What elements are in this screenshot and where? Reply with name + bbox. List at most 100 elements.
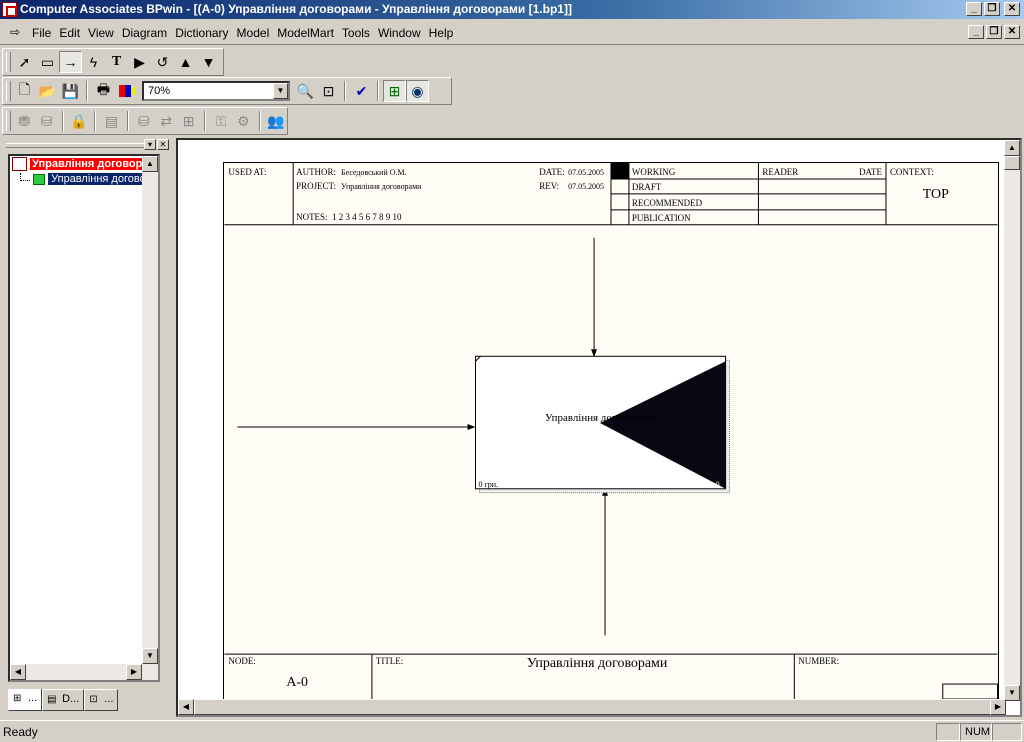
scroll-down-icon[interactable]: ▼ [142,648,158,664]
zoom-value: 70% [148,85,171,97]
bpwin-app-icon[interactable] [2,2,17,17]
tree-item-activity[interactable]: Управління договорами [20,173,158,188]
color-palette-icon[interactable] [115,80,138,102]
security-icon[interactable]: ⚿ [210,110,232,132]
menu-help[interactable]: Help [425,26,458,40]
open-model-icon[interactable]: ⛁ [133,110,155,132]
diagrams-tab-icon: ▤ [47,694,57,705]
menu-bar: ⇨ File Edit View Diagram Dictionary Mode… [0,21,1024,45]
zoom-fit-icon[interactable]: ⊡ [317,80,340,102]
menu-tools[interactable]: Tools [338,26,374,40]
sibling-up-icon[interactable]: ▲ [174,51,197,73]
sibling-down-icon[interactable]: ▼ [197,51,220,73]
squiggle-tool-icon[interactable]: ϟ [82,51,105,73]
zoom-select[interactable]: 70% ▼ [142,81,290,101]
reader-date-label: DATE [859,167,882,177]
title-label: TITLE: [376,656,403,666]
pointer-tool-icon[interactable]: ➚ [13,51,36,73]
library-icon[interactable]: ▤ [100,110,122,132]
ws-vertical-thumb[interactable] [1004,156,1020,170]
users-icon[interactable]: 👥 [265,110,287,132]
tab-activities[interactable]: ⊞... [8,689,43,711]
zoom-dropdown-arrow-icon[interactable]: ▼ [273,83,288,99]
workspace-vertical-scrollbar[interactable]: ▲ ▼ [1004,140,1020,701]
menu-file[interactable]: File [28,26,55,40]
mdi-close-button[interactable]: ✕ [1004,25,1020,39]
pane-menu-icon[interactable]: ▾ [144,139,156,150]
activity-cost: 0 грн. [478,480,498,489]
notes-values: 1 2 3 4 5 6 7 8 9 10 [332,212,402,222]
menu-window[interactable]: Window [374,26,425,40]
close-button[interactable]: ✕ [1004,2,1020,16]
tree-item-root-label: Управління договорами [30,158,158,170]
restore-button[interactable]: ❐ [984,2,1000,16]
minimize-button[interactable]: _ [966,2,982,16]
menu-modelmart[interactable]: ModelMart [273,26,338,40]
disconnect-icon[interactable]: ⛁ [35,110,57,132]
number-label: NUMBER: [798,656,839,666]
menu-model[interactable]: Model [233,26,274,40]
ws-horizontal-thumb[interactable] [194,699,994,715]
lock-icon[interactable]: 🔒 [68,110,90,132]
ws-scroll-left-icon[interactable]: ◀ [178,699,194,715]
document-icon[interactable]: ⇨ [10,25,26,39]
settings-icon[interactable]: ⚙ [232,110,254,132]
menu-dictionary[interactable]: Dictionary [171,26,232,40]
reader-label: READER [762,167,798,177]
mdi-minimize-button[interactable]: _ [968,25,984,39]
merge-icon[interactable]: ⇄ [155,110,177,132]
rev-value: 07.05.2005 [568,182,604,191]
save-icon[interactable]: 💾 [59,80,82,102]
project-label: PROJECT: [296,181,336,191]
open-folder-icon[interactable]: 📂 [36,80,59,102]
go-to-parent-icon[interactable]: ↺ [151,51,174,73]
activity-box[interactable]: Управління договорами 0 грн. 0 [475,355,731,494]
status-recommended: RECOMMENDED [632,198,703,208]
box-tool-icon[interactable]: ▭ [36,51,59,73]
spell-check-icon[interactable]: ✔ [350,80,373,102]
modelmart-toolbar: ⛃ ⛁ 🔒 ▤ ⛁ ⇄ ⊞ ⚿ ⚙ 👥 [2,107,288,135]
tree-item-root[interactable]: Управління договорами [12,157,158,172]
standard-toolbar: 🗋 📂 💾 🖶 70% ▼ 🔍 ⊡ ✔ ⊞ ◉ [2,77,452,105]
tree-horizontal-scrollbar[interactable]: ◀ ▶ [10,664,158,680]
status-text: Ready [3,725,38,739]
arrow-tool-icon[interactable]: → [59,51,82,73]
node-label: NODE: [228,656,255,666]
title-bar: Computer Associates BPwin - [(A-0) Управ… [0,0,1024,19]
model-explorer-icon[interactable]: ⊞ [383,80,406,102]
date-label: DATE: [539,167,564,177]
tab-objects[interactable]: ⊡... [84,689,119,711]
menu-edit[interactable]: Edit [55,26,84,40]
tree-vertical-scrollbar[interactable]: ▲ ▼ [142,156,158,680]
activities-tab-icon: ⊞ [13,693,22,704]
status-working: WORKING [632,167,676,177]
grid-icon[interactable]: ⊞ [177,110,199,132]
scroll-left-icon[interactable]: ◀ [10,664,26,680]
new-file-icon[interactable]: 🗋 [13,80,36,102]
mdi-restore-button[interactable]: ❐ [986,25,1002,39]
workspace-horizontal-scrollbar[interactable]: ◀ ▶ [178,699,1006,715]
ws-scroll-up-icon[interactable]: ▲ [1004,140,1020,156]
window-title: Computer Associates BPwin - [(A-0) Управ… [20,2,572,16]
status-bar: Ready NUM [0,720,1024,742]
diagram-canvas[interactable]: USED AT: AUTHOR: Беседовський О.М. PROJE… [180,140,1006,701]
idef0-sheet: USED AT: AUTHOR: Беседовський О.М. PROJE… [223,162,999,700]
pane-close-icon[interactable]: ✕ [157,139,169,150]
tab-diagrams[interactable]: ▤ D... [42,689,85,711]
diagram-workspace: USED AT: AUTHOR: Беседовський О.М. PROJE… [176,138,1022,717]
go-to-child-icon[interactable]: ▶ [128,51,151,73]
scroll-up-icon[interactable]: ▲ [142,156,158,172]
menu-diagram[interactable]: Diagram [118,26,171,40]
ws-scroll-down-icon[interactable]: ▼ [1004,685,1020,701]
menu-view[interactable]: View [84,26,118,40]
ws-scroll-right-icon[interactable]: ▶ [990,699,1006,715]
scroll-right-icon[interactable]: ▶ [126,664,142,680]
status-publication: PUBLICATION [632,213,691,223]
print-icon[interactable]: 🖶 [92,80,115,102]
text-tool-icon[interactable]: T [105,51,128,73]
connect-icon[interactable]: ⛃ [13,110,35,132]
date-value: 07.05.2005 [568,168,604,177]
globe-icon[interactable]: ◉ [406,80,429,102]
author-value: Беседовський О.М. [341,168,407,177]
zoom-in-icon[interactable]: 🔍 [294,80,317,102]
